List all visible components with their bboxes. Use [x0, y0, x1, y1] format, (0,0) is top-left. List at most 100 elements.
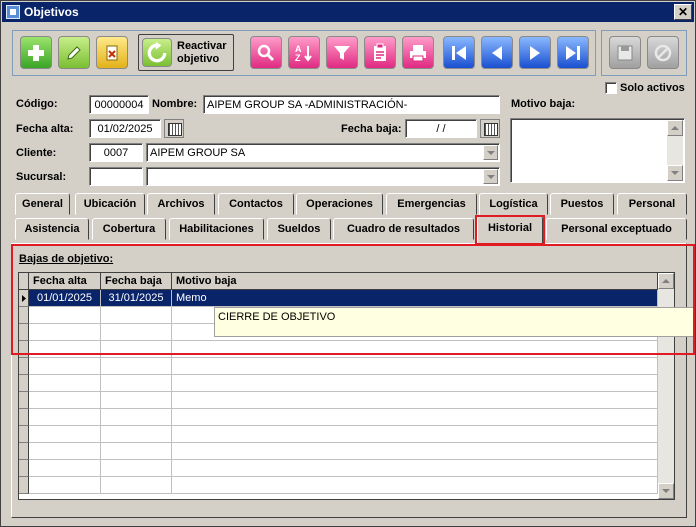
- table-row[interactable]: 01/01/2025 31/01/2025 Memo: [19, 290, 659, 307]
- cell-motivo[interactable]: Memo: [172, 290, 658, 307]
- print-button[interactable]: [402, 36, 434, 69]
- grid-cell[interactable]: [172, 443, 658, 460]
- grid-cell[interactable]: [172, 375, 658, 392]
- table-row[interactable]: [19, 443, 659, 460]
- nombre-field[interactable]: AIPEM GROUP SA -ADMINISTRACIÓN-: [203, 95, 500, 114]
- motivo-scrollbar[interactable]: [667, 120, 683, 181]
- grid-cell[interactable]: [172, 409, 658, 426]
- next-record-button[interactable]: [519, 36, 551, 69]
- grid-cell[interactable]: [29, 324, 101, 341]
- grid-cell[interactable]: [29, 460, 101, 477]
- grid-cell[interactable]: [101, 460, 172, 477]
- tab-archivos[interactable]: Archivos: [147, 193, 215, 215]
- grid-cell[interactable]: [172, 392, 658, 409]
- sort-button[interactable]: AZ: [288, 36, 320, 69]
- grid-cell[interactable]: [29, 392, 101, 409]
- grid-cell[interactable]: [101, 358, 172, 375]
- table-row[interactable]: [19, 409, 659, 426]
- tab-sueldos[interactable]: Sueldos: [267, 218, 331, 240]
- grid-cell[interactable]: [29, 443, 101, 460]
- edit-button[interactable]: [58, 36, 90, 69]
- cliente-name-combo[interactable]: AIPEM GROUP SA: [146, 143, 500, 162]
- table-row[interactable]: [19, 477, 659, 494]
- add-button[interactable]: [20, 36, 52, 69]
- tab-cuadro-de-resultados[interactable]: Cuadro de resultados: [333, 218, 474, 240]
- tab-asistencia[interactable]: Asistencia: [15, 218, 89, 240]
- grid-cell[interactable]: [101, 443, 172, 460]
- fecha-alta-field[interactable]: 01/02/2025: [89, 119, 161, 138]
- chevron-down-icon[interactable]: [483, 145, 498, 160]
- grid-cell[interactable]: [101, 307, 172, 324]
- grid-cell[interactable]: [172, 426, 658, 443]
- scroll-up-icon[interactable]: [667, 120, 683, 136]
- table-row[interactable]: [19, 375, 659, 392]
- grid-cell[interactable]: [101, 375, 172, 392]
- tab-habilitaciones[interactable]: Habilitaciones: [169, 218, 264, 240]
- reactivar-objetivo-button[interactable]: Reactivar objetivo: [138, 34, 234, 71]
- tab-personal[interactable]: Personal: [617, 193, 687, 215]
- grid-cell[interactable]: [172, 341, 658, 358]
- window: Objetivos ✕ Reactivar objetivo AZ Solo a…: [0, 0, 696, 527]
- fecha-baja-field[interactable]: / /: [405, 119, 477, 138]
- tab-emergencias[interactable]: Emergencias: [386, 193, 477, 215]
- scroll-down-icon[interactable]: [667, 165, 683, 181]
- tab-personal-exceptuado[interactable]: Personal exceptuado: [546, 218, 687, 240]
- filter-button[interactable]: [326, 36, 358, 69]
- codigo-field[interactable]: 00000004: [89, 95, 149, 114]
- tab-general[interactable]: General: [15, 193, 70, 215]
- column-header-fecha-alta[interactable]: Fecha alta: [29, 273, 101, 290]
- delete-button[interactable]: [96, 36, 128, 69]
- tab-puestos[interactable]: Puestos: [550, 193, 614, 215]
- tab-historial[interactable]: Historial: [477, 216, 543, 244]
- grid-cell[interactable]: [101, 426, 172, 443]
- sucursal-code-field[interactable]: [89, 167, 143, 186]
- grid-cell[interactable]: [29, 375, 101, 392]
- cell-fecha-alta[interactable]: 01/01/2025: [29, 290, 101, 307]
- grid-cell[interactable]: [29, 358, 101, 375]
- tab-logistica[interactable]: Logística: [479, 193, 548, 215]
- table-row[interactable]: [19, 426, 659, 443]
- sucursal-name-combo[interactable]: [146, 167, 500, 186]
- table-row[interactable]: [19, 358, 659, 375]
- close-button[interactable]: ✕: [674, 4, 692, 20]
- fecha-alta-calendar-button[interactable]: [164, 119, 184, 138]
- grid-cell[interactable]: [101, 324, 172, 341]
- scroll-up-icon[interactable]: [658, 273, 674, 289]
- tab-operaciones[interactable]: Operaciones: [296, 193, 383, 215]
- table-row[interactable]: [19, 460, 659, 477]
- grid-cell[interactable]: [101, 392, 172, 409]
- cell-fecha-baja[interactable]: 31/01/2025: [101, 290, 172, 307]
- grid-cell[interactable]: [172, 477, 658, 494]
- grid-cell[interactable]: [29, 307, 101, 324]
- solo-activos-checkbox[interactable]: [605, 82, 617, 94]
- first-record-button[interactable]: [443, 36, 475, 69]
- window-title: Objetivos: [24, 5, 79, 19]
- chevron-down-icon[interactable]: [483, 169, 498, 184]
- table-row[interactable]: [19, 341, 659, 358]
- fecha-baja-calendar-button[interactable]: [480, 119, 500, 138]
- report-button[interactable]: [364, 36, 396, 69]
- column-header-fecha-baja[interactable]: Fecha baja: [101, 273, 172, 290]
- grid-cell[interactable]: [172, 358, 658, 375]
- table-row[interactable]: [19, 392, 659, 409]
- column-header-motivo-baja[interactable]: Motivo baja: [172, 273, 658, 290]
- grid-cell[interactable]: [29, 426, 101, 443]
- grid-cell[interactable]: [29, 409, 101, 426]
- grid-cell[interactable]: [101, 477, 172, 494]
- last-record-button[interactable]: [557, 36, 589, 69]
- grid-cell[interactable]: [29, 341, 101, 358]
- tab-ubicacion[interactable]: Ubicación: [75, 193, 145, 215]
- scroll-down-icon[interactable]: [658, 483, 674, 499]
- motivo-baja-memo[interactable]: [510, 118, 685, 183]
- cliente-code-field[interactable]: 0007: [89, 143, 143, 162]
- grid-cell[interactable]: [101, 341, 172, 358]
- tab-cobertura[interactable]: Cobertura: [92, 218, 166, 240]
- cancel-button[interactable]: [647, 36, 679, 69]
- grid-cell[interactable]: [29, 477, 101, 494]
- save-button[interactable]: [609, 36, 641, 69]
- search-button[interactable]: [250, 36, 282, 69]
- tab-contactos[interactable]: Contactos: [218, 193, 294, 215]
- grid-cell[interactable]: [172, 460, 658, 477]
- grid-cell[interactable]: [101, 409, 172, 426]
- previous-record-button[interactable]: [481, 36, 513, 69]
